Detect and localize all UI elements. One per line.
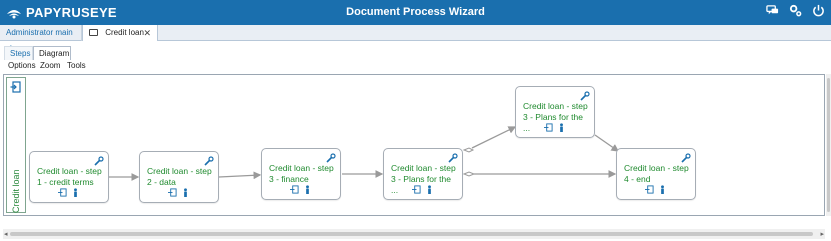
step-settings-icon[interactable] <box>204 156 214 166</box>
diagram-panel: Credit loan Credit loan - step 1 - credi… <box>3 74 825 216</box>
connector-5-6 <box>594 134 620 152</box>
scroll-left-icon[interactable]: ◂ <box>4 230 8 238</box>
menu-tools[interactable]: Tools <box>67 61 86 70</box>
step-node[interactable]: Credit loan - step 3 - Plans for the ... <box>383 148 463 200</box>
tab-label: Credit loan <box>105 28 144 37</box>
tab-steps[interactable]: Steps <box>4 46 33 60</box>
tab-administrator-main-view[interactable]: Administrator main view <box>0 25 82 53</box>
connector-2-3 <box>218 171 262 180</box>
step-node[interactable]: Credit loan - step 4 - end <box>616 148 696 200</box>
power-icon[interactable] <box>812 4 825 17</box>
step-document-icon[interactable] <box>58 188 67 197</box>
step-document-icon[interactable] <box>412 185 421 194</box>
app-title: Document Process Wizard <box>346 6 485 18</box>
tab-diagram[interactable]: Diagram <box>33 46 71 60</box>
step-settings-icon[interactable] <box>94 156 104 166</box>
horizontal-scrollbar[interactable]: ◂ ▸ <box>3 229 825 239</box>
menu-bar: Options Zoom Tools <box>0 60 831 72</box>
chat-icon[interactable] <box>766 4 779 17</box>
step-document-icon[interactable] <box>645 185 654 194</box>
step-settings-icon[interactable] <box>580 91 590 101</box>
step-node[interactable]: Credit loan - step 3 - Plans for the ... <box>515 86 595 138</box>
scrollbar-thumb[interactable] <box>10 232 813 236</box>
settings-icon[interactable] <box>789 4 802 17</box>
step-settings-icon[interactable] <box>326 153 336 163</box>
step-settings-icon[interactable] <box>681 153 691 163</box>
lane-document-icon[interactable] <box>10 81 22 93</box>
step-node[interactable]: Credit loan - step 1 - credit terms <box>29 151 109 203</box>
diagram-canvas: Credit loan - step 1 - credit terms Cred… <box>28 77 822 213</box>
lane-header: Credit loan <box>6 77 26 213</box>
tab-credit-loan[interactable]: Credit loan ✕ <box>82 25 158 41</box>
step-user-icon[interactable] <box>658 185 667 194</box>
top-bar: PAPYRUSEYE Document Process Wizard <box>0 0 831 25</box>
step-settings-icon[interactable] <box>448 153 458 163</box>
step-user-icon[interactable] <box>71 188 80 197</box>
step-label: Credit loan - step 1 - credit terms <box>37 166 102 187</box>
step-label: Credit loan - step 3 - finance <box>269 163 334 184</box>
lane-label: Credit loan <box>11 169 21 213</box>
gateway-diamond-right <box>462 171 476 177</box>
menu-options[interactable]: Options <box>8 61 36 70</box>
gateway-diamond-up <box>462 147 475 153</box>
step-user-icon[interactable] <box>303 185 312 194</box>
close-icon[interactable]: ✕ <box>143 25 151 41</box>
step-document-icon[interactable] <box>290 185 299 194</box>
step-label: Credit loan - step 4 - end <box>624 163 689 184</box>
scrollbar-thumb[interactable] <box>827 78 830 212</box>
step-document-icon[interactable] <box>168 188 177 197</box>
tab-strip: Administrator main view Credit loan ✕ <box>0 25 831 53</box>
scroll-right-icon[interactable]: ▸ <box>820 230 824 238</box>
vertical-scrollbar[interactable] <box>826 74 831 216</box>
step-node[interactable]: Credit loan - step 2 - data <box>139 151 219 203</box>
step-document-icon[interactable] <box>544 123 553 132</box>
menu-zoom[interactable]: Zoom <box>40 61 60 70</box>
step-node[interactable]: Credit loan - step 3 - finance <box>261 148 341 200</box>
step-label: Credit loan - step 2 - data <box>147 166 212 187</box>
step-user-icon[interactable] <box>557 123 566 132</box>
connector-4-5 <box>471 126 517 149</box>
step-user-icon[interactable] <box>181 188 190 197</box>
step-user-icon[interactable] <box>425 185 434 194</box>
document-icon <box>89 28 98 36</box>
